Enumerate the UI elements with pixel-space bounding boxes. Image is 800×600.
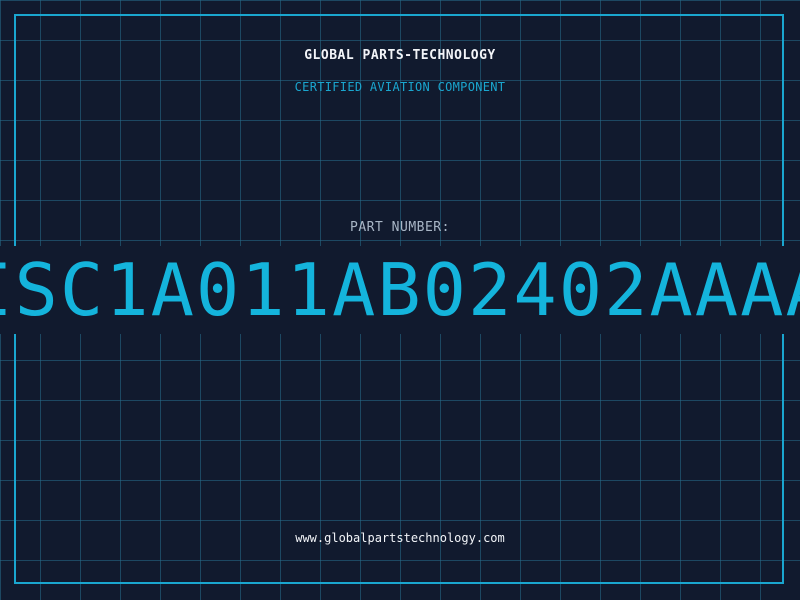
part-number-value: ISC1A011AB02402AAAA	[0, 248, 800, 332]
part-number-band: ISC1A011AB02402AAAA	[0, 246, 800, 334]
company-name: GLOBAL PARTS-TECHNOLOGY	[304, 48, 496, 63]
website-link[interactable]: www.globalpartstechnology.com	[0, 531, 800, 545]
certification-subtitle: CERTIFIED AVIATION COMPONENT	[294, 80, 506, 94]
part-number-label: PART NUMBER:	[350, 220, 450, 235]
certificate-card: GLOBAL PARTS-TECHNOLOGY CERTIFIED AVIATI…	[0, 0, 800, 600]
